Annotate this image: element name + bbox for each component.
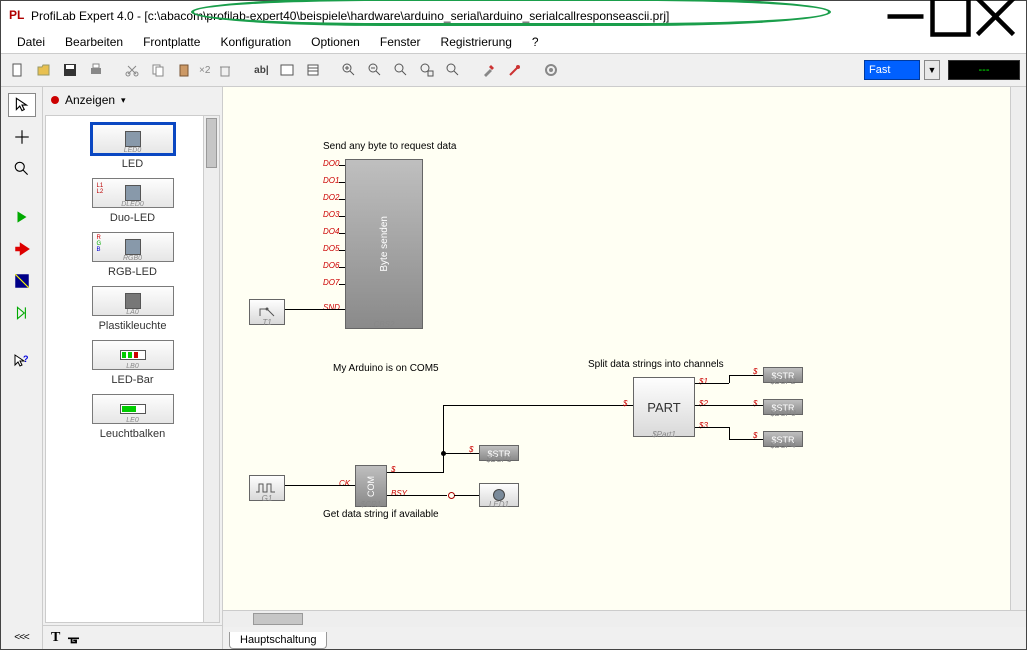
paste-multi-button[interactable]: ×2 <box>199 59 210 81</box>
new-file-button[interactable] <box>7 59 29 81</box>
app-icon: PL <box>9 8 25 24</box>
panel-button[interactable] <box>276 59 298 81</box>
library-item-ledbar[interactable]: LB0 LED-Bar <box>48 334 217 388</box>
menu-bearbeiten[interactable]: Bearbeiten <box>55 33 133 51</box>
library-item-plastik[interactable]: LA0 Plastikleuchte <box>48 280 217 334</box>
menu-bar: Datei Bearbeiten Frontplatte Konfigurati… <box>1 31 1026 53</box>
block-cbs2[interactable]: Byte senden <box>345 159 423 329</box>
copy-button[interactable] <box>147 59 169 81</box>
run-indicator: --- <box>948 60 1020 80</box>
menu-registrierung[interactable]: Registrierung <box>431 33 522 51</box>
library-item-rgbled[interactable]: RGB0RGB RGB-LED <box>48 226 217 280</box>
tools-button[interactable] <box>478 59 500 81</box>
library-item-led[interactable]: LED0 LED <box>48 118 217 172</box>
speed-select[interactable]: Fast <box>864 60 920 80</box>
zoom-tool[interactable] <box>8 157 36 181</box>
library-item-duoled[interactable]: DLED0L1L2 Duo-LED <box>48 172 217 226</box>
schematic-text: Get data string if available <box>323 509 439 520</box>
text-tool-button[interactable]: T <box>51 630 60 646</box>
zoom-out-button[interactable] <box>364 59 386 81</box>
menu-help[interactable]: ? <box>522 33 549 51</box>
crosshair-tool[interactable] <box>8 125 36 149</box>
left-tool-strip: ? <<< <box>1 87 43 649</box>
library-panel: Anzeigen ▾ LED0 LED DLED0L1L2 Duo-LED RG… <box>43 87 223 649</box>
pointer-tool[interactable] <box>8 93 36 117</box>
hilo-tool[interactable] <box>8 269 36 293</box>
close-button[interactable] <box>973 2 1018 30</box>
settings-button[interactable] <box>540 59 562 81</box>
step-tool[interactable] <box>8 301 36 325</box>
zoom-fit-button[interactable] <box>390 59 412 81</box>
library-scrollbar[interactable] <box>203 116 219 622</box>
cut-button[interactable] <box>121 59 143 81</box>
library-status-icon <box>51 96 59 104</box>
zoom-region-button[interactable] <box>416 59 438 81</box>
speed-dropdown-button[interactable]: ▼ <box>924 60 940 80</box>
menu-fenster[interactable]: Fenster <box>370 33 431 51</box>
print-button[interactable] <box>85 59 107 81</box>
run-tool[interactable] <box>8 205 36 229</box>
label-button[interactable]: ab| <box>250 59 272 81</box>
canvas-vertical-scrollbar[interactable] <box>1010 87 1026 610</box>
open-file-button[interactable] <box>33 59 55 81</box>
library-item-leuchtbalken[interactable]: LE0 Leuchtbalken <box>48 388 217 442</box>
schematic-text: My Arduino is on COM5 <box>333 363 439 374</box>
paste-button[interactable] <box>173 59 195 81</box>
stop-tool[interactable] <box>8 237 36 261</box>
menu-datei[interactable]: Datei <box>7 33 55 51</box>
menu-optionen[interactable]: Optionen <box>301 33 370 51</box>
menu-frontplatte[interactable]: Frontplatte <box>133 33 210 51</box>
schematic-text: Send any byte to request data <box>323 141 456 152</box>
menu-konfiguration[interactable]: Konfiguration <box>210 33 301 51</box>
help-tool[interactable]: ? <box>8 349 36 373</box>
tab-hauptschaltung[interactable]: Hauptschaltung <box>229 632 327 649</box>
main-toolbar: ×2 ab| Fast ▼ --- <box>1 53 1026 87</box>
schematic-text: Split data strings into channels <box>588 359 724 370</box>
delete-button[interactable] <box>214 59 236 81</box>
minimize-button[interactable] <box>883 2 928 30</box>
chevron-down-icon[interactable]: ▾ <box>121 95 126 106</box>
block-part[interactable]: PART <box>633 377 695 437</box>
library-category-label[interactable]: Anzeigen <box>65 93 115 107</box>
save-button[interactable] <box>59 59 81 81</box>
zoom-all-button[interactable] <box>442 59 464 81</box>
maximize-button[interactable] <box>928 2 973 30</box>
zoom-in-button[interactable] <box>338 59 360 81</box>
canvas-horizontal-scrollbar[interactable] <box>223 611 1026 627</box>
expand-library-button[interactable]: <<< <box>8 625 36 649</box>
schematic-canvas[interactable]: Send any byte to request data My Arduino… <box>223 87 1026 611</box>
find-tool-button[interactable]: ᚗ <box>68 630 78 646</box>
svg-text:?: ? <box>23 354 29 364</box>
probe-button[interactable] <box>504 59 526 81</box>
list-button[interactable] <box>302 59 324 81</box>
window-title: ProfiLab Expert 4.0 - [c:\abacom\profila… <box>31 9 883 23</box>
